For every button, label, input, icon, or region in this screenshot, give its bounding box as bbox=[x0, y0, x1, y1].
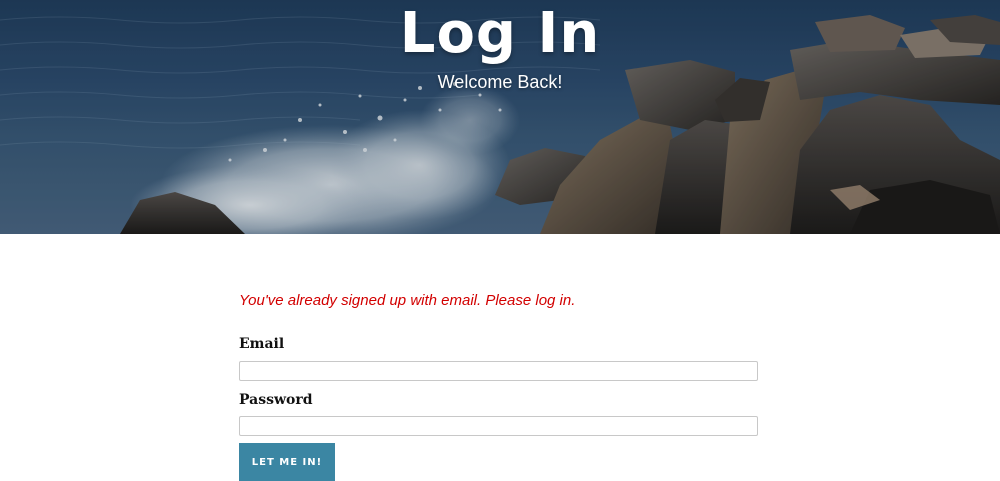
email-label: Email bbox=[239, 336, 285, 352]
password-field[interactable] bbox=[239, 416, 758, 436]
page-title: Log In bbox=[399, 1, 601, 66]
page-subtitle: Welcome Back! bbox=[437, 72, 563, 92]
password-label: Password bbox=[239, 392, 313, 408]
login-form: You've already signed up with email. Ple… bbox=[239, 290, 759, 481]
signup-alert-message: You've already signed up with email. Ple… bbox=[239, 292, 576, 309]
login-submit-button[interactable]: LET ME IN! bbox=[239, 443, 335, 481]
email-field[interactable] bbox=[239, 361, 758, 381]
hero-banner: Log In Welcome Back! bbox=[0, 0, 1000, 234]
